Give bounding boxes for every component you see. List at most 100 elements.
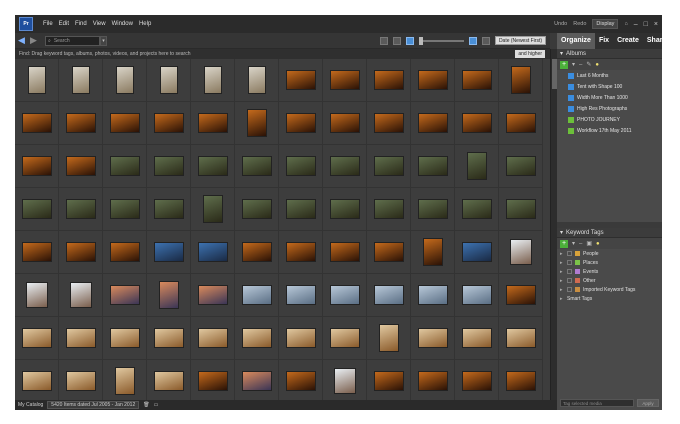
search-input[interactable]: ⌕ Search [45, 35, 100, 46]
thumbnail-cell[interactable] [15, 188, 59, 231]
tab-create[interactable]: Create [613, 33, 643, 49]
photo-thumbnail[interactable] [461, 70, 492, 90]
thumbnail-cell[interactable] [499, 360, 543, 400]
thumbnail-cell[interactable] [499, 231, 543, 274]
thumbnail-cell[interactable] [323, 59, 367, 102]
thumbnail-cell[interactable] [15, 102, 59, 145]
thumbnail-cell[interactable] [279, 231, 323, 274]
tag-checkbox[interactable] [567, 278, 572, 283]
find-bar[interactable]: Find: Drag keyword tags, albums, photos,… [15, 49, 550, 59]
photo-thumbnail[interactable] [417, 371, 448, 391]
thumbnail-cell[interactable] [147, 231, 191, 274]
album-menu-icon[interactable]: ▾ [572, 61, 575, 68]
photo-thumbnail[interactable] [510, 66, 531, 94]
photo-thumbnail[interactable] [461, 113, 492, 133]
minimize-button[interactable]: – [634, 21, 638, 28]
photo-thumbnail[interactable] [153, 113, 184, 133]
thumbnail-cell[interactable] [455, 274, 499, 317]
thumbnail-cell[interactable] [323, 145, 367, 188]
thumbnail-cell[interactable] [499, 274, 543, 317]
photo-thumbnail[interactable] [197, 242, 228, 262]
tag-menu-icon[interactable]: ▾ [572, 240, 575, 247]
photo-thumbnail[interactable] [505, 285, 536, 305]
photo-thumbnail[interactable] [65, 199, 96, 219]
photo-thumbnail[interactable] [461, 285, 492, 305]
photo-thumbnail[interactable] [373, 199, 404, 219]
photo-thumbnail[interactable] [202, 195, 223, 223]
thumbnail-cell[interactable] [411, 360, 455, 400]
menu-edit[interactable]: Edit [59, 21, 69, 27]
photo-thumbnail[interactable] [71, 66, 90, 94]
keyword-tags-header[interactable]: ▾ Keyword Tags [557, 228, 662, 238]
album-item[interactable]: Workflow 17th May 2011 [557, 125, 662, 136]
thumbnail-cell[interactable] [191, 274, 235, 317]
photo-thumbnail[interactable] [158, 281, 179, 309]
photo-thumbnail[interactable] [109, 113, 140, 133]
album-item[interactable]: Tent with Shape 100 [557, 81, 662, 92]
thumbnail-cell[interactable] [147, 102, 191, 145]
thumbnail-cell[interactable] [323, 317, 367, 360]
sort-order-select[interactable]: Date (Newest First) [494, 36, 546, 45]
photo-thumbnail[interactable] [241, 328, 272, 348]
thumbnail-cell[interactable] [499, 188, 543, 231]
thumbnail-cell[interactable] [59, 360, 103, 400]
menu-find[interactable]: Find [75, 21, 87, 27]
thumbnail-cell[interactable] [15, 145, 59, 188]
thumbnail-cell[interactable] [323, 102, 367, 145]
thumbnail-cell[interactable] [103, 145, 147, 188]
details-view-icon[interactable] [392, 36, 401, 45]
expand-icon[interactable]: ▸ [560, 251, 564, 257]
menu-view[interactable]: View [93, 21, 106, 27]
photo-thumbnail[interactable] [373, 156, 404, 176]
photo-thumbnail[interactable] [21, 242, 52, 262]
thumbnail-cell[interactable] [455, 59, 499, 102]
photo-thumbnail[interactable] [509, 239, 532, 265]
photo-thumbnail[interactable] [197, 328, 228, 348]
photo-thumbnail[interactable] [65, 328, 96, 348]
album-item[interactable]: Width More Than 1000 [557, 92, 662, 103]
photo-thumbnail[interactable] [417, 156, 448, 176]
photo-thumbnail[interactable] [114, 367, 135, 395]
thumbnail-cell[interactable] [411, 231, 455, 274]
photo-thumbnail[interactable] [109, 156, 140, 176]
photo-thumbnail[interactable] [109, 285, 140, 305]
photo-thumbnail[interactable] [417, 328, 448, 348]
edit-album-icon[interactable]: ✎ [586, 61, 591, 68]
thumbnail-cell[interactable] [367, 360, 411, 400]
photo-thumbnail[interactable] [466, 152, 487, 180]
photo-thumbnail[interactable] [417, 70, 448, 90]
photo-thumbnail[interactable] [422, 238, 443, 266]
thumbnail-cell[interactable] [323, 274, 367, 317]
tab-share[interactable]: Share [643, 33, 662, 49]
tag-checkbox[interactable] [567, 287, 572, 292]
photo-thumbnail[interactable] [329, 156, 360, 176]
photo-thumbnail[interactable] [197, 371, 228, 391]
photo-thumbnail[interactable] [203, 66, 222, 94]
thumbnail-cell[interactable] [191, 188, 235, 231]
photo-thumbnail[interactable] [21, 199, 52, 219]
photo-thumbnail[interactable] [21, 156, 52, 176]
thumbnail-cell[interactable] [59, 102, 103, 145]
thumbnail-cell[interactable] [59, 231, 103, 274]
thumbnail-cell[interactable] [455, 145, 499, 188]
photo-thumbnail[interactable] [505, 328, 536, 348]
thumbnail-cell[interactable] [235, 274, 279, 317]
photo-thumbnail[interactable] [461, 371, 492, 391]
thumbnail-cell[interactable] [279, 317, 323, 360]
thumbnail-cell[interactable] [147, 188, 191, 231]
menu-window[interactable]: Window [112, 21, 133, 27]
thumbnail-cell[interactable] [147, 145, 191, 188]
back-arrow-icon[interactable]: ◀ [18, 36, 27, 45]
photo-thumbnail[interactable] [21, 371, 52, 391]
expand-icon[interactable]: ▸ [560, 278, 564, 284]
thumbnail-cell[interactable] [235, 59, 279, 102]
expand-icon[interactable]: ▸ [560, 269, 564, 275]
expand-icon[interactable]: ▸ [560, 296, 564, 302]
thumbnail-cell[interactable] [15, 360, 59, 400]
thumbnail-cell[interactable] [279, 145, 323, 188]
photo-thumbnail[interactable] [285, 156, 316, 176]
thumbnail-cell[interactable] [15, 317, 59, 360]
thumbnail-cell[interactable] [191, 102, 235, 145]
thumbnail-cell[interactable] [103, 188, 147, 231]
thumbnail-cell[interactable] [59, 274, 103, 317]
